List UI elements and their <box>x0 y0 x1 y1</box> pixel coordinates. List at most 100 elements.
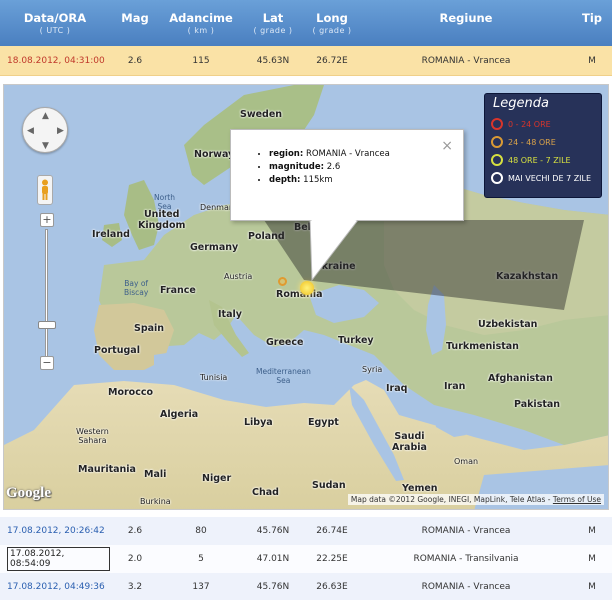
map-label-egypt: Egypt <box>308 417 339 428</box>
map-label-turkmenistan: Turkmenistan <box>446 341 519 352</box>
zoom-out-button[interactable]: − <box>40 356 54 370</box>
legend-item-48-7: 48 ORE - 7 ZILE <box>491 151 595 169</box>
legend-dot-red <box>491 118 503 130</box>
legend-item-24-48: 24 - 48 ORE <box>491 133 595 151</box>
col-header-date[interactable]: Data/ORA ( UTC ) <box>0 0 110 46</box>
table-row[interactable]: 17.08.2012, 20:26:42 2.6 80 45.76N 26.74… <box>0 517 612 545</box>
cell-depth: 115 <box>192 56 210 66</box>
map-label-niger: Niger <box>202 473 232 484</box>
zoom-track[interactable] <box>45 229 48 361</box>
map-label-italy: Italy <box>218 309 242 320</box>
cell-type: M <box>588 554 596 564</box>
cell-long: 22.25E <box>316 554 348 564</box>
street-view-pegman-icon[interactable] <box>37 175 53 205</box>
cell-region: ROMANIA - Vrancea <box>421 56 511 66</box>
info-region: region: ROMANIA - Vrancea <box>269 148 463 161</box>
table-row-selected[interactable]: 18.08.2012, 04:31:00 2.6 115 45.63N 26.7… <box>0 46 612 76</box>
col-header-depth[interactable]: Adancime ( km ) <box>160 0 242 46</box>
cell-date: 18.08.2012, 04:31:00 <box>7 56 105 66</box>
map-label-ireland: Ireland <box>92 229 130 240</box>
legend-panel: Legenda 0 - 24 ORE 24 - 48 ORE 48 ORE - … <box>484 93 602 198</box>
legend-item-older: MAI VECHI DE 7 ZILE <box>491 169 595 187</box>
info-window-tail <box>309 220 359 282</box>
info-depth: depth: 115km <box>269 174 463 187</box>
cell-type: M <box>588 526 596 536</box>
pan-down-icon[interactable]: ▼ <box>42 141 49 151</box>
cell-lat: 45.63N <box>256 56 290 66</box>
map-label-austria: Austria <box>224 272 253 281</box>
legend-dot-white <box>491 172 503 184</box>
cell-mag: 2.6 <box>127 526 143 536</box>
map-label-chad: Chad <box>252 487 279 498</box>
map-label-iran: Iran <box>444 381 466 392</box>
zoom-handle[interactable] <box>38 321 56 329</box>
legend-title: Legenda <box>493 96 549 111</box>
info-details: region: ROMANIA - Vrancea magnitude: 2.6… <box>231 130 463 187</box>
google-logo[interactable]: Google <box>6 485 51 502</box>
earthquake-map[interactable]: Sweden Norway North Sea Denmark United Kin… <box>3 84 609 510</box>
map-label-portugal: Portugal <box>94 345 140 356</box>
map-label-iraq: Iraq <box>386 383 408 394</box>
map-label-germany: Germany <box>190 242 239 253</box>
map-label-mediterranean-sea: Mediterranean Sea <box>256 367 311 385</box>
cell-depth: 80 <box>195 526 207 536</box>
cell-region: ROMANIA - Vrancea <box>421 582 511 592</box>
pan-right-icon[interactable]: ▶ <box>57 126 64 136</box>
pan-left-icon[interactable]: ◀ <box>27 126 34 136</box>
map-label-yemen: Yemen <box>402 483 438 494</box>
cell-date: 17.08.2012, 20:26:42 <box>7 526 105 536</box>
map-label-greece: Greece <box>266 337 304 348</box>
map-label-france: France <box>160 285 196 296</box>
cell-lat: 45.76N <box>256 582 290 592</box>
zoom-slider[interactable]: + − <box>38 213 56 370</box>
cell-region: ROMANIA - Vrancea <box>421 526 511 536</box>
map-label-burkina: Burkina <box>140 497 171 506</box>
map-label-norway: Norway <box>194 149 235 160</box>
map-label-sudan: Sudan <box>312 480 346 491</box>
cell-mag: 3.2 <box>127 582 143 592</box>
map-label-bay-of-biscay: Bay of Biscay <box>124 279 149 297</box>
cell-depth: 137 <box>192 582 210 592</box>
map-label-morocco: Morocco <box>108 387 153 398</box>
cell-depth: 5 <box>198 554 204 564</box>
cell-lat: 47.01N <box>256 554 290 564</box>
zoom-in-button[interactable]: + <box>40 213 54 227</box>
map-label-afghanistan: Afghanistan <box>488 373 553 384</box>
cell-region: ROMANIA - Transilvania <box>413 554 519 564</box>
col-header-mag[interactable]: Mag <box>110 0 160 46</box>
info-window: × region: ROMANIA - Vrancea magnitude: 2… <box>230 129 464 221</box>
info-close-button[interactable]: × <box>441 138 453 154</box>
cell-mag: 2.6 <box>127 56 143 66</box>
map-label-syria: Syria <box>362 365 383 374</box>
map-pan-control[interactable]: ▲ ▼ ◀ ▶ <box>22 107 68 153</box>
legend-dot-yellow <box>491 154 503 166</box>
map-label-mauritania: Mauritania <box>78 464 136 475</box>
col-header-type[interactable]: Tip <box>572 0 612 46</box>
info-magnitude: magnitude: 2.6 <box>269 161 463 174</box>
map-label-united-kingdom: United Kingdom <box>138 209 186 231</box>
pan-up-icon[interactable]: ▲ <box>42 111 49 121</box>
map-label-sweden: Sweden <box>240 109 283 120</box>
map-label-uzbekistan: Uzbekistan <box>478 319 538 330</box>
col-header-lat[interactable]: Lat ( grade ) <box>242 0 304 46</box>
cell-date: 17.08.2012, 08:54:09 <box>0 545 110 573</box>
col-header-region[interactable]: Regiune <box>360 0 572 46</box>
terms-of-use-link[interactable]: Terms of Use <box>553 495 601 504</box>
table-row[interactable]: 17.08.2012, 08:54:09 2.0 5 47.01N 22.25E… <box>0 545 612 573</box>
cell-date: 17.08.2012, 04:49:36 <box>7 582 105 592</box>
col-header-long[interactable]: Long ( grade ) <box>304 0 360 46</box>
map-label-oman: Oman <box>454 457 479 466</box>
table-row[interactable]: 17.08.2012, 04:49:36 3.2 137 45.76N 26.6… <box>0 573 612 600</box>
map-label-western-sahara: Western Sahara <box>76 427 109 445</box>
map-attribution: Map data ©2012 Google, INEGI, MapLink, T… <box>347 494 604 505</box>
legend-item-0-24: 0 - 24 ORE <box>491 115 595 133</box>
map-label-spain: Spain <box>134 323 165 334</box>
map-label-tunisia: Tunisia <box>200 373 228 382</box>
cell-lat: 45.76N <box>256 526 290 536</box>
cell-mag: 2.0 <box>127 554 143 564</box>
legend-dot-orange <box>491 136 503 148</box>
map-label-turkey: Turkey <box>338 335 374 346</box>
map-label-algeria: Algeria <box>160 409 199 420</box>
cell-type: M <box>588 582 596 592</box>
cell-type: M <box>588 56 596 66</box>
